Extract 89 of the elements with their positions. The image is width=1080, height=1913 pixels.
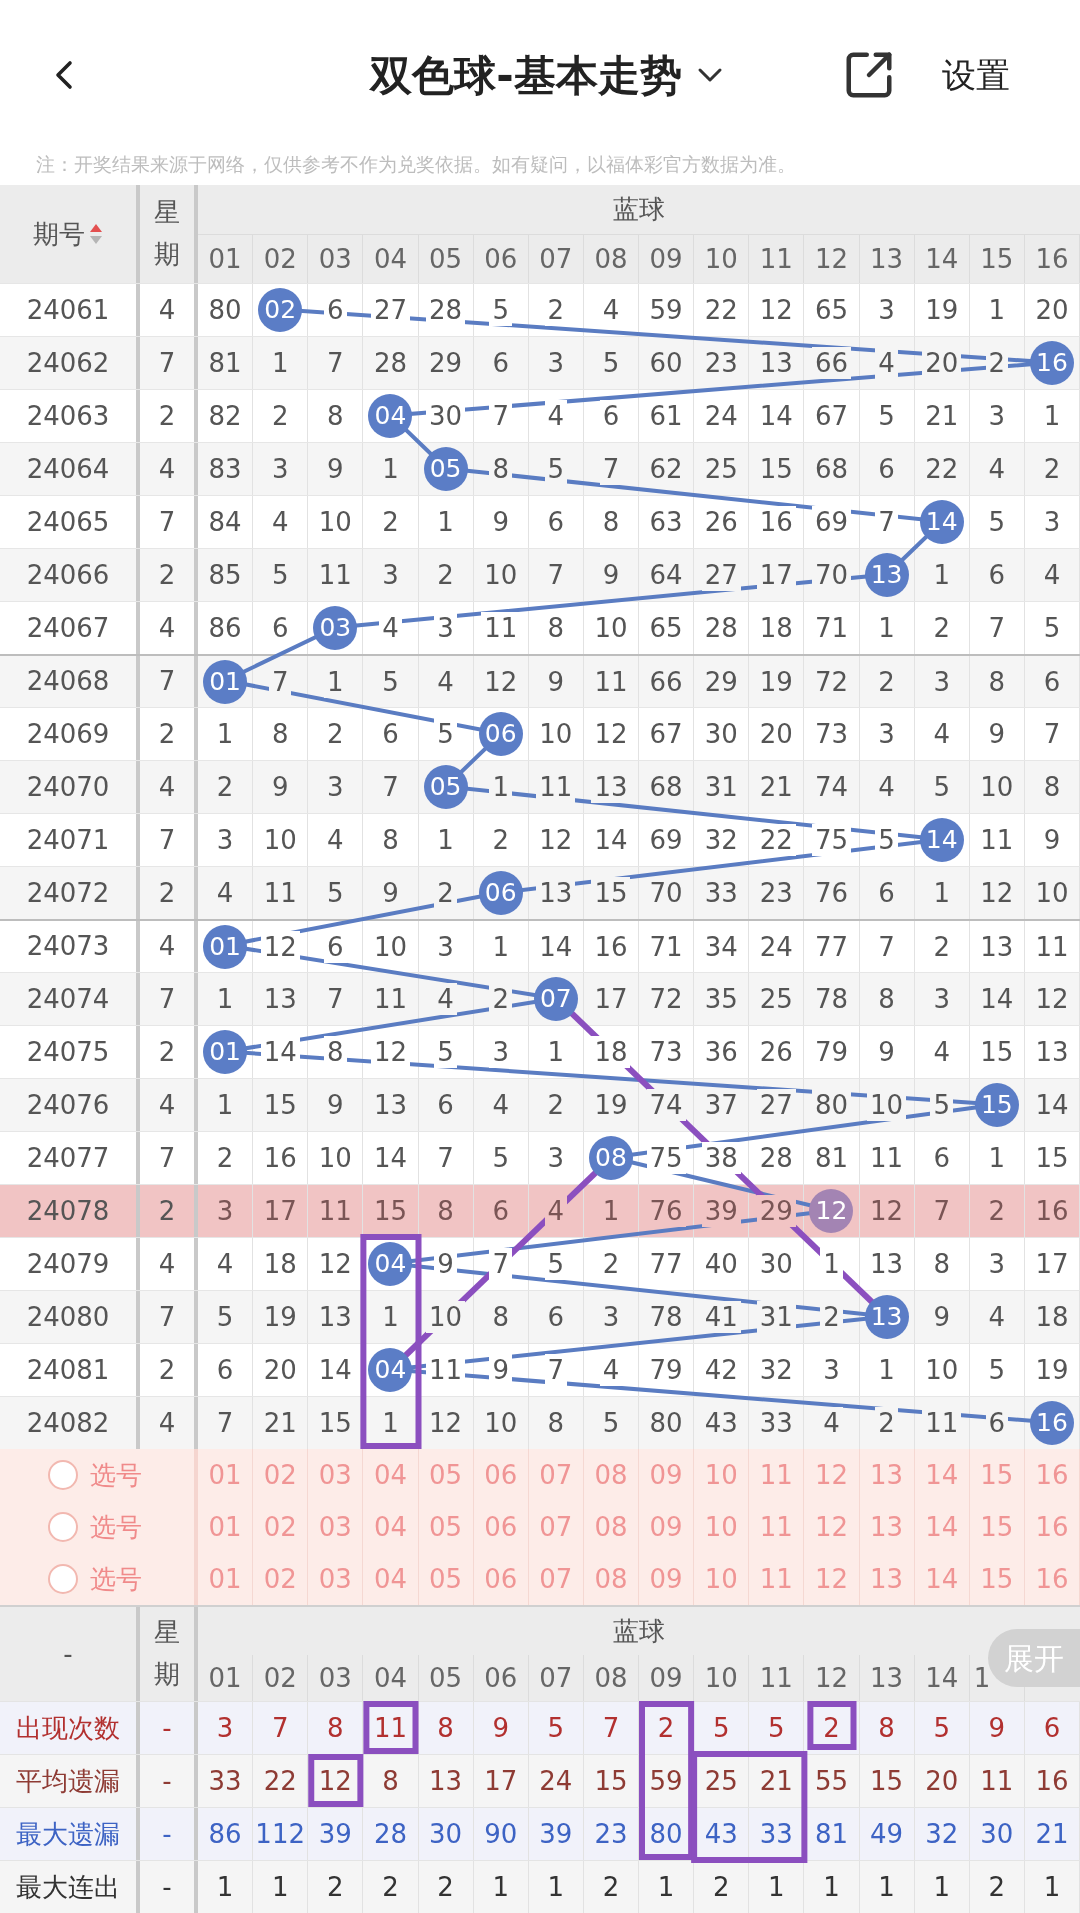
pick-number[interactable]: 16	[1024, 1449, 1080, 1501]
pick-number[interactable]: 14	[914, 1501, 970, 1553]
pick-number[interactable]: 05	[418, 1449, 474, 1501]
stat-value: 1	[914, 1861, 970, 1913]
table-cell: 4	[544, 1195, 568, 1227]
disclaimer-note: 注：开奖结果来源于网络，仅供参考不作为兑奖依据。如有疑问，以福体彩官方数据为准。	[36, 152, 796, 177]
radio-button[interactable]	[48, 1512, 78, 1542]
pick-number[interactable]: 04	[363, 1501, 419, 1553]
group-header: 蓝球	[613, 1614, 665, 1648]
settings-button[interactable]: 设置	[942, 49, 1010, 101]
pick-number[interactable]: 09	[639, 1501, 695, 1553]
pick-number[interactable]: 15	[969, 1449, 1025, 1501]
stat-value: 2	[418, 1861, 474, 1913]
table-cell: 29	[756, 1195, 796, 1227]
table-cell: 75	[646, 1142, 686, 1174]
pick-number[interactable]: 07	[528, 1501, 584, 1553]
pick-number[interactable]: 09	[639, 1449, 695, 1501]
pick-number[interactable]: 07	[528, 1449, 584, 1501]
stat-value: 1	[804, 1861, 860, 1913]
table-cell: 1	[820, 1248, 843, 1280]
pick-number[interactable]: 14	[914, 1449, 970, 1501]
radio-button[interactable]	[48, 1564, 78, 1594]
pick-number[interactable]: 01	[198, 1501, 254, 1553]
stat-value: 1	[859, 1861, 915, 1913]
pick-number[interactable]: 10	[694, 1449, 750, 1501]
table-cell: 2	[489, 983, 512, 1015]
pick-label: 选号	[90, 1458, 142, 1492]
table-cell: 31	[756, 1301, 796, 1333]
stat-value: 1	[198, 1861, 254, 1913]
stat-value: 8	[308, 1702, 364, 1754]
stat-value: 1	[749, 1861, 805, 1913]
pick-number[interactable]: 16	[1024, 1501, 1080, 1553]
pick-number[interactable]: 06	[473, 1449, 529, 1501]
group-header: 蓝球	[613, 193, 665, 226]
table-cell: 7	[489, 1248, 512, 1280]
pick-number[interactable]: 10	[694, 1501, 750, 1553]
pick-label: 选号	[90, 1562, 142, 1596]
column-header: 04	[363, 1655, 419, 1701]
table-cell: 74	[646, 1089, 686, 1121]
table-cell: 12	[260, 930, 300, 963]
pick-number[interactable]: 05	[418, 1501, 474, 1553]
stat-value: 5	[749, 1702, 805, 1754]
page-title: 双色球-基本走势	[370, 49, 682, 102]
pick-number[interactable]: 03	[308, 1501, 364, 1553]
stat-value: 1	[528, 1861, 584, 1913]
stat-value: 2	[969, 1861, 1025, 1913]
stat-value: 2	[308, 1861, 364, 1913]
stat-label: 最大连出	[0, 1861, 140, 1913]
table-cell: 18	[591, 1036, 631, 1068]
pick-number[interactable]: 08	[583, 1449, 639, 1501]
stat-value: 1	[1024, 1861, 1080, 1913]
stat-value: 2	[363, 1861, 419, 1913]
stat-value: 5	[694, 1702, 750, 1754]
period-header[interactable]: 期号	[33, 214, 85, 254]
weekday-header: 星期	[154, 1616, 180, 1691]
pick-number[interactable]: 02	[253, 1449, 309, 1501]
period-header: -	[63, 1637, 73, 1671]
pick-number[interactable]: 13	[859, 1449, 915, 1501]
column-header: 09	[639, 1655, 695, 1701]
pick-number[interactable]: 03	[308, 1449, 364, 1501]
table-cell: 4	[875, 347, 898, 379]
pick-number[interactable]: 08	[583, 1501, 639, 1553]
pick-number[interactable]: 12	[804, 1449, 860, 1501]
table-cell: 7	[544, 1354, 568, 1386]
pick-number[interactable]: 04	[363, 1449, 419, 1501]
pick-number[interactable]: 11	[749, 1501, 805, 1553]
pick-number[interactable]: 13	[859, 1501, 915, 1553]
sort-icon[interactable]	[89, 222, 103, 246]
table-cell: 10	[426, 1301, 466, 1333]
stat-value: 2	[694, 1861, 750, 1913]
table-cell: 75	[811, 824, 851, 856]
stat-value: 33	[749, 1808, 805, 1860]
pick-number[interactable]: 01	[198, 1449, 254, 1501]
stat-value: 1	[253, 1861, 309, 1913]
stat-value: 1	[473, 1861, 529, 1913]
weekday-header: 星期	[154, 196, 180, 271]
pick-number[interactable]: 02	[253, 1501, 309, 1553]
table-cell: 66	[811, 347, 851, 379]
pick-label: 选号	[90, 1510, 142, 1544]
pick-number[interactable]: 06	[473, 1501, 529, 1553]
pick-number[interactable]: 12	[804, 1501, 860, 1553]
pick-number[interactable]: 15	[969, 1501, 1025, 1553]
radio-button[interactable]	[48, 1460, 78, 1490]
stat-value: 43	[694, 1808, 750, 1860]
stat-value: 1	[639, 1861, 695, 1913]
pick-number[interactable]: 11	[749, 1449, 805, 1501]
stat-value: 2	[583, 1861, 639, 1913]
table-cell: 38	[701, 1142, 741, 1174]
weekday-cell: -	[140, 1861, 198, 1913]
